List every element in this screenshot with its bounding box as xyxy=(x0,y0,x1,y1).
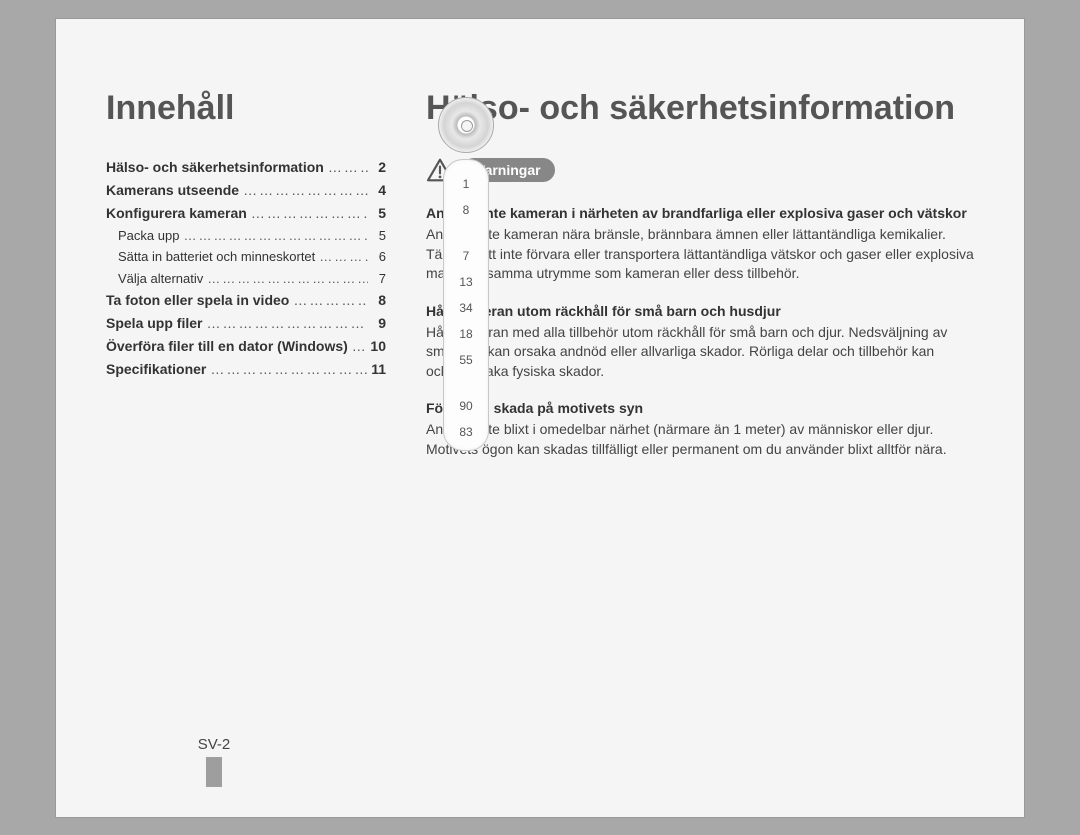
page-footer: SV-2 xyxy=(154,736,274,787)
cd-scroll-widget: 187133418559083 xyxy=(426,97,506,451)
toc-entry-page: 5 xyxy=(368,227,386,245)
toc-entry[interactable]: Spela upp filer…………………………………………………………9 xyxy=(106,314,386,333)
toc-leader-dots: ………………………………………………………… xyxy=(206,360,368,379)
manual-page: Innehåll Hälso- och säkerhetsinformation… xyxy=(55,18,1025,818)
block-text: Använd inte kameran nära bränsle, brännb… xyxy=(426,225,974,284)
scroll-tick: 90 xyxy=(459,400,472,412)
scroll-tick: 1 xyxy=(463,178,470,190)
toc-leader-dots: ………………………………………………………… xyxy=(247,204,368,223)
scroll-tick: 55 xyxy=(459,354,472,366)
block-heading: Håll kameran utom räckhåll för små barn … xyxy=(426,302,974,321)
toc-leader-dots: ………………………………………………………… xyxy=(348,337,368,356)
toc-leader-dots: ………………………………………………………… xyxy=(315,248,368,266)
toc-entry[interactable]: Konfigurera kameran………………………………………………………… xyxy=(106,204,386,223)
content-title: Hälso- och säkerhetsinformation xyxy=(426,89,974,128)
toc-entry-page: 4 xyxy=(368,181,386,200)
toc-leader-dots: ………………………………………………………… xyxy=(289,291,368,310)
block-heading: Använd inte kameran i närheten av brandf… xyxy=(426,204,974,223)
toc-entry-label: Specifikationer xyxy=(106,360,206,379)
cd-icon xyxy=(438,97,494,153)
toc-leader-dots: ………………………………………………………… xyxy=(179,227,368,245)
content-blocks: Använd inte kameran i närheten av brandf… xyxy=(426,204,974,459)
block-text: Håll kameran med alla tillbehör utom räc… xyxy=(426,323,974,382)
toc-entry-page: 9 xyxy=(368,314,386,333)
toc-entry-page: 10 xyxy=(368,337,386,356)
toc-entry-page: 2 xyxy=(368,158,386,177)
toc-entry[interactable]: Specifikationer…………………………………………………………11 xyxy=(106,360,386,379)
toc-list: Hälso- och säkerhetsinformation………………………… xyxy=(106,158,386,379)
scroll-tick: 13 xyxy=(459,276,472,288)
block-heading: Förebygg skada på motivets syn xyxy=(426,399,974,418)
toc-entry-page: 5 xyxy=(368,204,386,223)
toc-entry[interactable]: Packa upp…………………………………………………………5 xyxy=(106,227,386,245)
toc-leader-dots: ………………………………………………………… xyxy=(203,270,368,288)
toc-entry-label: Konfigurera kameran xyxy=(106,204,247,223)
toc-entry[interactable]: Kamerans utseende…………………………………………………………4 xyxy=(106,181,386,200)
toc-entry[interactable]: Välja alternativ…………………………………………………………7 xyxy=(106,270,386,288)
toc-entry-label: Välja alternativ xyxy=(118,270,203,288)
toc-entry[interactable]: Ta foton eller spela in video……………………………… xyxy=(106,291,386,310)
toc-entry-label: Kamerans utseende xyxy=(106,181,239,200)
scroll-tick: 8 xyxy=(463,204,470,216)
scroll-track[interactable]: 187133418559083 xyxy=(443,159,489,451)
toc-entry-label: Hälso- och säkerhetsinformation xyxy=(106,158,324,177)
content-block: Håll kameran utom räckhåll för små barn … xyxy=(426,302,974,382)
toc-entry-page: 8 xyxy=(368,291,386,310)
toc-entry[interactable]: Överföra filer till en dator (Windows)……… xyxy=(106,337,386,356)
content-block: Förebygg skada på motivets syn Använd int… xyxy=(426,399,974,459)
toc-entry-label: Packa upp xyxy=(118,227,179,245)
warning-banner: Varningar xyxy=(426,158,974,182)
scroll-tick: 83 xyxy=(459,426,472,438)
page-number: SV-2 xyxy=(198,736,231,753)
block-text: Använd inte blixt i omedelbar närhet (nä… xyxy=(426,420,974,459)
toc-entry-label: Ta foton eller spela in video xyxy=(106,291,289,310)
toc-leader-dots: ………………………………………………………… xyxy=(239,181,368,200)
toc-column: Innehåll Hälso- och säkerhetsinformation… xyxy=(106,89,386,797)
toc-leader-dots: ………………………………………………………… xyxy=(324,158,368,177)
scroll-tick: 18 xyxy=(459,328,472,340)
toc-title: Innehåll xyxy=(106,89,386,128)
footer-bar xyxy=(206,757,222,787)
toc-leader-dots: ………………………………………………………… xyxy=(202,314,368,333)
toc-entry-page: 7 xyxy=(368,270,386,288)
scroll-tick: 7 xyxy=(463,250,470,262)
toc-entry-label: Spela upp filer xyxy=(106,314,202,333)
toc-entry[interactable]: Hälso- och säkerhetsinformation………………………… xyxy=(106,158,386,177)
scroll-tick: 34 xyxy=(459,302,472,314)
toc-entry-page: 11 xyxy=(368,360,386,379)
content-column: Hälso- och säkerhetsinformation Varninga… xyxy=(426,89,974,797)
toc-entry-page: 6 xyxy=(368,248,386,266)
content-block: Använd inte kameran i närheten av brandf… xyxy=(426,204,974,284)
toc-entry-label: Överföra filer till en dator (Windows) xyxy=(106,337,348,356)
toc-entry[interactable]: Sätta in batteriet och minneskortet……………… xyxy=(106,248,386,266)
toc-entry-label: Sätta in batteriet och minneskortet xyxy=(118,248,315,266)
